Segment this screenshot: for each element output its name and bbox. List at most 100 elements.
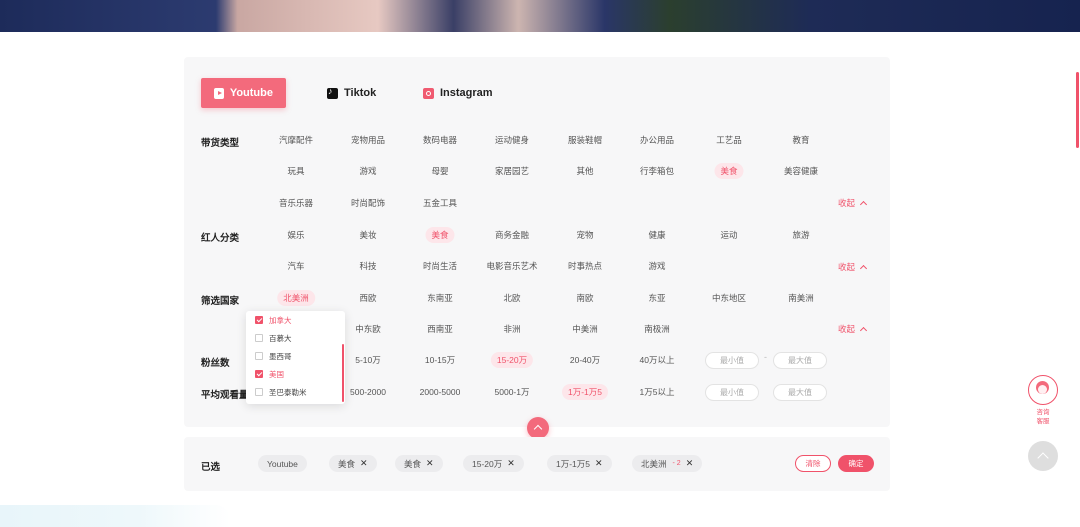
clear-button[interactable]: 清除 [795,455,831,472]
country-collapse[interactable]: 收起 [838,323,868,335]
influencer-category-option[interactable]: 旅游 [786,227,815,243]
goods-type-option[interactable]: 办公用品 [634,132,680,148]
checkbox-checked-icon [255,316,263,324]
followers-option-selected[interactable]: 15-20万 [490,352,534,368]
customer-service-avatar-icon [1028,375,1058,405]
influencer-category-option[interactable]: 商务金融 [489,227,535,243]
influencer-category-option[interactable]: 科技 [353,258,382,274]
country-option[interactable]: 南欧 [570,290,599,306]
goods-type-option[interactable]: 音乐乐器 [273,195,319,211]
followers-option[interactable]: 10-15万 [419,352,461,368]
chip-label: 美食 [404,458,422,469]
selected-label: 已选 [201,462,221,473]
close-icon[interactable]: ✕ [686,458,694,469]
dropdown-option-bermuda[interactable]: 百慕大 [255,332,292,344]
goods-type-option[interactable]: 教育 [786,132,815,148]
goods-type-option[interactable]: 行李箱包 [634,163,680,179]
country-option[interactable]: 中东欧 [349,321,387,337]
influencer-category-option[interactable]: 时事热点 [562,258,608,274]
page-scrollbar[interactable] [1076,72,1079,148]
goods-type-option[interactable]: 五金工具 [417,195,463,211]
followers-option[interactable]: 40万以上 [634,352,681,368]
goods-type-option[interactable]: 服装鞋帽 [562,132,608,148]
avg-views-option[interactable]: 2000-5000 [414,384,467,400]
followers-max-input[interactable]: 最大值 [773,352,827,369]
back-to-top-button[interactable] [1028,441,1058,471]
followers-option[interactable]: 20-40万 [564,352,606,368]
influencer-category-option-selected[interactable]: 美食 [425,227,455,243]
dropdown-option-usa[interactable]: 美国 [255,368,284,380]
followers-option[interactable]: 5-10万 [349,352,387,368]
dropdown-option-saint-barthelemy[interactable]: 圣巴泰勒米 [255,386,307,398]
youtube-icon [214,87,224,99]
close-icon[interactable]: ✕ [595,458,603,469]
avg-views-max-input[interactable]: 最大值 [773,384,827,401]
avg-views-option[interactable]: 5000-1万 [489,384,536,400]
followers-min-input[interactable]: 最小值 [705,352,759,369]
goods-type-option[interactable]: 工艺品 [710,132,748,148]
goods-type-option[interactable]: 数码电器 [417,132,463,148]
influencer-category-option[interactable]: 娱乐 [281,227,310,243]
collapse-label: 收起 [838,262,856,272]
avg-views-option-selected[interactable]: 1万-1万5 [561,384,609,400]
followers-label: 粉丝数 [201,358,230,369]
goods-type-option[interactable]: 运动健身 [489,132,535,148]
goods-type-option[interactable]: 宠物用品 [345,132,391,148]
tab-label: Tiktok [344,87,377,99]
chevron-up-icon [859,326,868,335]
dropdown-scrollbar[interactable] [342,344,344,402]
influencer-category-label: 红人分类 [201,233,240,244]
tab-instagram[interactable]: Instagram [423,78,493,108]
country-option[interactable]: 东南亚 [421,290,459,306]
avg-views-min-input[interactable]: 最小值 [705,384,759,401]
influencer-category-option[interactable]: 时尚生活 [417,258,463,274]
avg-views-option[interactable]: 1万5以上 [634,384,681,400]
country-dropdown: 加拿大 百慕大 墨西哥 美国 圣巴泰勒米 [246,311,345,404]
chip-label: 美食 [338,458,356,469]
country-option[interactable]: 西南亚 [421,321,459,337]
influencer-category-option[interactable]: 宠物 [570,227,599,243]
country-option[interactable]: 中美洲 [566,321,604,337]
influencer-category-option[interactable]: 电影音乐艺术 [480,258,543,274]
influencer-category-option[interactable]: 游戏 [642,258,671,274]
country-option[interactable]: 南美洲 [782,290,820,306]
chip-label: 1万-1万5 [556,458,591,469]
avg-views-option[interactable]: 500-2000 [344,384,392,400]
goods-type-option[interactable]: 汽摩配件 [273,132,319,148]
goods-type-option[interactable]: 家居园艺 [489,163,535,179]
influencer-category-option[interactable]: 运动 [714,227,743,243]
dropdown-option-mexico[interactable]: 墨西哥 [255,350,292,362]
customer-service-widget[interactable]: 咨询 客服 [1028,375,1058,426]
confirm-button[interactable]: 确定 [838,455,874,472]
country-option[interactable]: 南极洲 [638,321,676,337]
tab-tiktok[interactable]: Tiktok [327,78,376,108]
range-separator: - [764,352,767,362]
close-icon[interactable]: ✕ [360,458,368,469]
influencer-category-collapse[interactable]: 收起 [838,261,868,273]
country-option[interactable]: 中东地区 [706,290,752,306]
checkbox-checked-icon [255,370,263,378]
country-option[interactable]: 非洲 [497,321,526,337]
goods-type-collapse[interactable]: 收起 [838,197,868,209]
dropdown-option-canada[interactable]: 加拿大 [255,314,292,326]
goods-type-option[interactable]: 其他 [570,163,599,179]
close-icon[interactable]: ✕ [507,458,515,469]
country-option[interactable]: 北欧 [497,290,526,306]
goods-type-option[interactable]: 玩具 [281,163,310,179]
goods-type-option[interactable]: 时尚配饰 [345,195,391,211]
goods-type-option[interactable]: 美容健康 [778,163,824,179]
goods-type-option[interactable]: 游戏 [353,163,382,179]
goods-type-option[interactable]: 母婴 [425,163,454,179]
influencer-category-option[interactable]: 健康 [642,227,671,243]
panel-collapse-button[interactable] [527,417,549,439]
goods-type-option-selected[interactable]: 美食 [714,163,744,179]
influencer-category-option[interactable]: 汽车 [281,258,310,274]
tab-youtube[interactable]: Youtube [201,78,286,108]
country-option-selected[interactable]: 北美洲 [277,290,315,306]
influencer-category-option[interactable]: 美妆 [353,227,382,243]
service-label: 咨询 [1036,409,1050,416]
country-option[interactable]: 西欧 [353,290,382,306]
country-option[interactable]: 东亚 [642,290,671,306]
close-icon[interactable]: ✕ [426,458,434,469]
dropdown-option-label: 墨西哥 [269,351,292,361]
